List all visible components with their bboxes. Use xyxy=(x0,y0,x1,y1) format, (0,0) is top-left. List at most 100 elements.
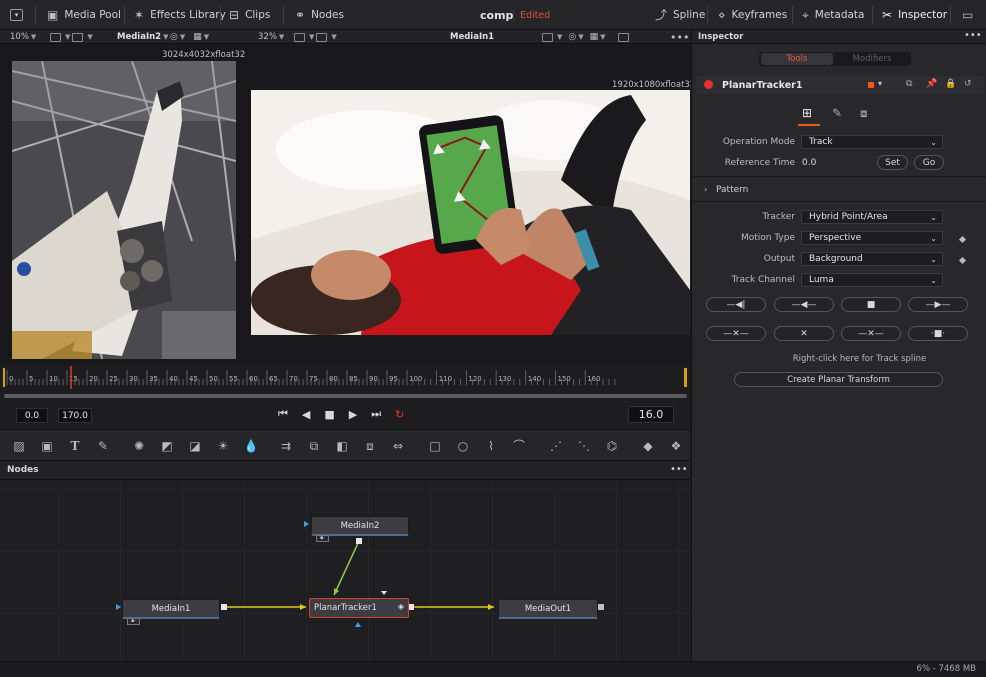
track-forward-button[interactable]: —▶— xyxy=(908,297,968,312)
track-channel-select[interactable]: Luma ⌄ xyxy=(801,273,943,287)
tracker-tool-icon[interactable]: ⋰ xyxy=(548,438,564,454)
blur-tool-icon[interactable]: 💧 xyxy=(243,438,259,454)
controls-tab-icon[interactable]: ⊞ xyxy=(802,106,812,120)
spline-button[interactable]: ⤴ Spline xyxy=(655,0,705,30)
pattern-section-toggle[interactable]: Pattern xyxy=(716,185,748,195)
stop-tracking-button[interactable]: ■ xyxy=(841,297,901,312)
ellipse-mask-icon[interactable]: ○ xyxy=(455,438,471,454)
step-back-icon[interactable]: ◀ xyxy=(302,408,310,421)
brightness-tool-icon[interactable]: ☀ xyxy=(215,438,231,454)
camera-tracker-icon[interactable]: ⌬ xyxy=(604,438,620,454)
mediain1-thumb-toggle[interactable]: ▪· xyxy=(127,618,140,625)
chevron-right-icon[interactable]: › xyxy=(704,185,707,194)
node-planartracker1[interactable]: PlanarTracker1 ◈ xyxy=(309,598,409,618)
left-viewer[interactable]: 3024x4032xfloat32 xyxy=(0,45,245,365)
track-backward-button[interactable]: —◀— xyxy=(774,297,834,312)
output-select[interactable]: Background ⌄ xyxy=(801,252,943,266)
inspector-more-icon[interactable]: ••• xyxy=(964,30,982,41)
viewer-more-icon[interactable]: ••• xyxy=(670,30,689,44)
reference-time-value[interactable]: 0.0 xyxy=(802,158,816,168)
keyframes-button[interactable]: ⋄ Keyframes xyxy=(718,0,787,30)
tab-tools[interactable]: Tools xyxy=(761,53,833,65)
delete-to-start-button[interactable]: —✕— xyxy=(706,326,766,341)
go-to-end-icon[interactable]: ⏭ xyxy=(371,407,381,421)
ruler-ticks[interactable]: 0 5 10 15 20 25 30 35 40 45 50 55 60 65 70 75 80 85 90 95 10… xyxy=(0,366,690,389)
workspace-menu-button[interactable]: ▾ xyxy=(10,0,23,30)
chevron-down-icon[interactable]: ▾ xyxy=(878,79,882,88)
shape3d-tool-icon[interactable]: ◆ xyxy=(640,438,656,454)
current-time-field[interactable]: 16.0 xyxy=(628,406,674,423)
track-to-start-button[interactable]: —◀| xyxy=(706,297,766,312)
settings-tab-icon[interactable]: ✎ xyxy=(832,106,842,120)
node-mediain2[interactable]: MediaIn2 xyxy=(311,516,409,536)
right-clip-label[interactable]: MediaIn1 xyxy=(450,30,494,44)
render-end-marker[interactable] xyxy=(684,368,687,387)
mediain2-thumb-toggle[interactable]: ▪· xyxy=(316,535,329,542)
go-button[interactable]: Go xyxy=(914,155,944,170)
reset-icon[interactable]: ↺ xyxy=(964,79,972,89)
merge-tool-icon[interactable]: ⇉ xyxy=(278,438,294,454)
motion-type-keyframe-icon[interactable] xyxy=(958,235,967,244)
track-spline-hint[interactable]: Right-click here for Track spline xyxy=(692,354,986,364)
right-viewer-options[interactable]: ▼ ◎ ▼ ▦ ▼ xyxy=(540,30,631,44)
stop-icon[interactable]: ■ xyxy=(324,408,334,421)
media-pool-button[interactable]: ▣ Media Pool xyxy=(47,0,121,30)
left-viewer-options[interactable]: ◎ ▼ ▦ ▼ xyxy=(170,30,209,44)
left-clip-select[interactable]: MediaIn2 ▼ xyxy=(117,30,168,44)
right-view-buttons[interactable]: ▼ ▼ xyxy=(292,30,337,44)
pin-icon[interactable]: 📌 xyxy=(926,79,937,89)
right-zoom-select[interactable]: 32% ▼ xyxy=(258,30,284,44)
timeline-ruler[interactable]: 0 5 10 15 20 25 30 35 40 45 50 55 60 65 70 75 80 85 90 95 10… xyxy=(0,366,690,399)
timeline-scroll-track[interactable] xyxy=(4,394,687,398)
text-tool-icon[interactable]: T xyxy=(67,438,83,454)
node-mediain1[interactable]: MediaIn1 xyxy=(122,599,220,619)
metadata-button[interactable]: ⌖ Metadata xyxy=(802,0,865,30)
planar-tracker-icon[interactable]: ⋱ xyxy=(576,438,592,454)
node-editor[interactable]: MediaIn2 ▪· MediaIn1 ▪· PlanarTracker1 ◈… xyxy=(0,481,690,661)
nodes-more-icon[interactable]: ••• xyxy=(670,464,688,475)
tool-color-swatch[interactable] xyxy=(868,82,874,88)
particles-tool-icon[interactable]: ✺ xyxy=(131,438,147,454)
delete-frame-button[interactable]: ✕ xyxy=(774,326,834,341)
tracker-select[interactable]: Hybrid Point/Area ⌄ xyxy=(801,210,943,224)
color-corrector-icon[interactable]: ◩ xyxy=(159,438,175,454)
monitor-button[interactable]: ▭ xyxy=(962,0,973,30)
motion-type-select[interactable]: Perspective ⌄ xyxy=(801,231,943,245)
background-tool-icon[interactable]: ▨ xyxy=(11,438,27,454)
right-viewer[interactable]: 1920x1080xfloat32 xyxy=(245,45,695,365)
lock-icon[interactable]: 🔒 xyxy=(945,79,956,89)
tool-enable-toggle[interactable] xyxy=(704,80,713,89)
left-view-buttons[interactable]: ▼ ▼ xyxy=(48,30,93,44)
effects-library-button[interactable]: ✶ Effects Library xyxy=(134,0,226,30)
clips-button[interactable]: ⊟ Clips xyxy=(229,0,270,30)
set-button[interactable]: Set xyxy=(877,155,908,170)
loop-icon[interactable]: ↻ xyxy=(395,408,404,421)
render-start-marker[interactable] xyxy=(3,368,5,387)
left-zoom-select[interactable]: 10% ▼ xyxy=(10,30,36,44)
output-keyframe-icon[interactable] xyxy=(958,256,967,265)
end-time-field[interactable]: 170.0 xyxy=(58,408,92,423)
versions-icon[interactable]: ⧉ xyxy=(906,79,912,89)
delete-to-end-button[interactable]: —✕— xyxy=(841,326,901,341)
steady-tab-icon[interactable]: ⧇ xyxy=(860,106,868,121)
set-keyframe-button[interactable]: ·■· xyxy=(908,326,968,341)
curves-tool-icon[interactable]: ◪ xyxy=(187,438,203,454)
channel-booleans-icon[interactable]: ⧉ xyxy=(306,438,322,454)
play-icon[interactable]: ▶ xyxy=(349,408,357,421)
bspline-mask-icon[interactable]: ⌒ xyxy=(511,438,527,454)
inspector-button[interactable]: ✂ Inspector xyxy=(882,0,947,30)
tab-modifiers[interactable]: Modifiers xyxy=(835,53,909,65)
particle-emitter-icon[interactable]: ❖ xyxy=(668,438,684,454)
start-time-field[interactable]: 0.0 xyxy=(16,408,48,423)
go-to-start-icon[interactable]: ⏮ xyxy=(278,407,288,421)
paint-tool-icon[interactable]: ✎ xyxy=(95,438,111,454)
transform-tool-icon[interactable]: ⧈ xyxy=(362,438,378,454)
polygon-mask-icon[interactable]: ⌇ xyxy=(483,438,499,454)
matte-control-icon[interactable]: ◧ xyxy=(334,438,350,454)
rectangle-mask-icon[interactable]: □ xyxy=(427,438,443,454)
node-options-icon[interactable]: ◈ xyxy=(398,602,404,611)
node-mediaout1[interactable]: MediaOut1 xyxy=(498,599,598,619)
nodes-button[interactable]: ⚭ Nodes xyxy=(295,0,344,30)
operation-mode-select[interactable]: Track ⌄ xyxy=(801,135,943,149)
image-tool-icon[interactable]: ▣ xyxy=(39,438,55,454)
